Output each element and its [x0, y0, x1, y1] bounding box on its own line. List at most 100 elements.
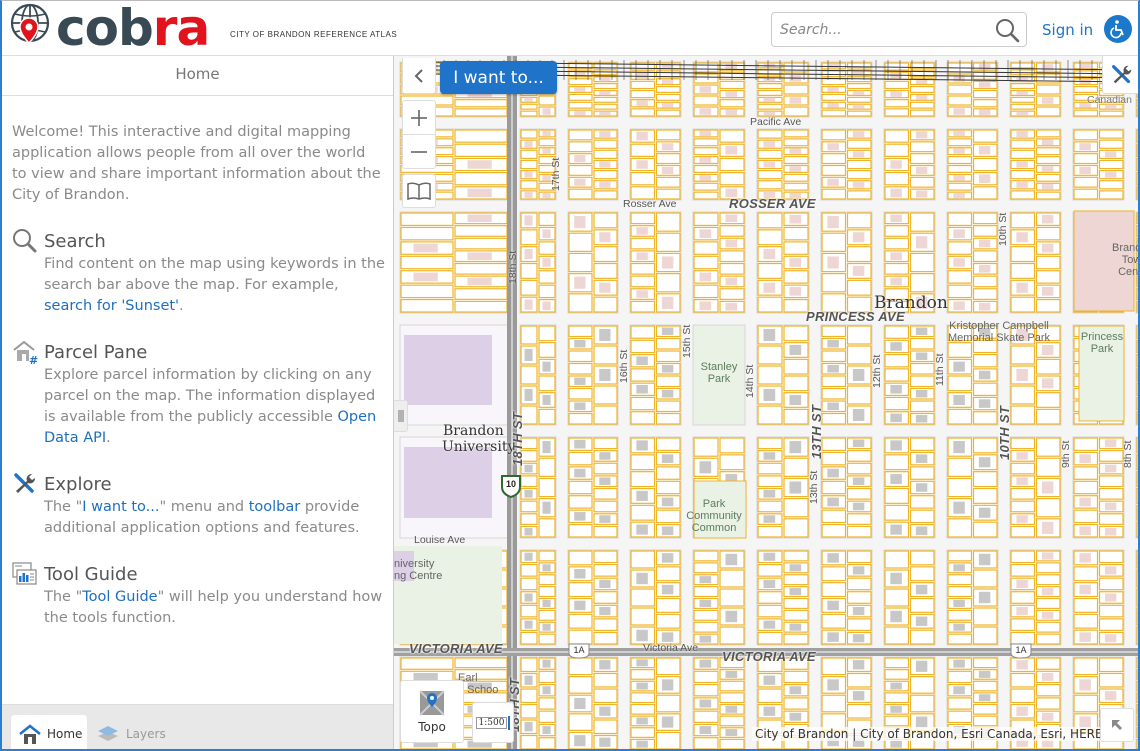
- search-sunset-link[interactable]: search for 'Sunset': [44, 298, 179, 314]
- search-input[interactable]: [780, 18, 980, 42]
- building: [1041, 672, 1054, 681]
- text: Explore parcel information by clicking o…: [44, 367, 376, 425]
- building: [661, 143, 674, 151]
- building: [890, 413, 902, 423]
- building: [827, 256, 839, 269]
- building: [699, 659, 712, 668]
- building: [953, 258, 965, 267]
- building: [978, 507, 991, 518]
- tab-home[interactable]: Home: [11, 715, 87, 749]
- building: [574, 402, 586, 410]
- building: [699, 599, 712, 607]
- building: [827, 102, 839, 108]
- building: [789, 97, 802, 104]
- building: [725, 302, 738, 311]
- building: [636, 717, 648, 725]
- building: [890, 440, 902, 451]
- building: [542, 258, 551, 267]
- tab-layers[interactable]: Layers: [94, 715, 174, 749]
- text: Find content on the map using keywords i…: [44, 256, 385, 293]
- building: [574, 600, 586, 611]
- building: [953, 599, 965, 607]
- building: [852, 660, 865, 670]
- text: The ": [44, 499, 83, 515]
- building: [827, 468, 839, 478]
- building: [599, 329, 611, 341]
- building: [574, 340, 586, 348]
- building: [1016, 90, 1028, 95]
- building: [574, 377, 586, 385]
- building: [636, 356, 648, 365]
- building: [574, 178, 586, 186]
- building: [915, 483, 928, 492]
- building: [542, 441, 551, 454]
- header: cobra CITY OF BRANDON REFERENCE ATLAS Si…: [2, 1, 1138, 56]
- zoom-in-button[interactable]: [402, 100, 436, 135]
- building: [789, 148, 802, 154]
- building: [524, 249, 533, 260]
- map-label: Brandon: [443, 423, 504, 439]
- building: [827, 63, 839, 69]
- tool-guide-button[interactable]: [402, 174, 436, 208]
- building: [524, 527, 533, 536]
- building: [978, 239, 991, 248]
- building: [599, 579, 611, 588]
- building: [636, 385, 648, 394]
- collapse-panel-button[interactable]: [402, 58, 436, 94]
- map-label: Rosser Ave: [623, 198, 677, 210]
- toolbar-link[interactable]: toolbar: [249, 499, 301, 515]
- i-want-to-link[interactable]: I want to...: [82, 499, 159, 515]
- building: [827, 216, 839, 229]
- map-attribution: City of Brandon | City of Brandon, Esri …: [752, 727, 1118, 741]
- building: [1016, 607, 1028, 616]
- basemap-switcher[interactable]: Topo: [400, 680, 464, 743]
- building: [852, 90, 865, 95]
- highway-1a-shield: 1A: [1010, 643, 1032, 663]
- building: [789, 287, 802, 296]
- scale-control[interactable]: 1:500: [472, 702, 514, 743]
- building: [827, 679, 839, 691]
- building: [1079, 497, 1091, 507]
- chevron-left-icon: [414, 68, 423, 83]
- building: [574, 276, 586, 289]
- map-label: 13TH ST: [809, 404, 824, 459]
- map-view[interactable]: AVE Canadian Pacific Ave Rosser Ave ROSS…: [394, 56, 1138, 749]
- building: [661, 526, 674, 536]
- search-icon[interactable]: [994, 17, 1020, 43]
- building: [574, 468, 586, 478]
- label-line: d Schoo: [458, 684, 499, 696]
- logo[interactable]: cobra: [6, 3, 210, 53]
- building: [636, 659, 648, 667]
- building: [890, 160, 902, 169]
- building: [978, 146, 991, 155]
- building: [636, 629, 648, 642]
- svg-text:#: #: [29, 354, 38, 365]
- building: [636, 227, 648, 235]
- toolbar-button[interactable]: [1102, 56, 1138, 94]
- building: [542, 361, 551, 372]
- i-want-to-menu-button[interactable]: I want to...: [440, 61, 557, 94]
- accessibility-button[interactable]: [1104, 15, 1132, 43]
- building: [852, 232, 865, 243]
- map-label: Earl d Schoo: [458, 672, 498, 696]
- expand-map-button[interactable]: [1100, 708, 1134, 742]
- city-label: Brandon: [874, 293, 948, 313]
- building: [827, 87, 839, 92]
- tool-guide-link[interactable]: Tool Guide: [82, 589, 157, 605]
- building: [636, 682, 648, 690]
- building: [725, 91, 738, 97]
- building: [915, 616, 928, 626]
- zoom-out-button[interactable]: [402, 134, 436, 169]
- building: [852, 566, 865, 575]
- map-label: 9th St: [1060, 440, 1072, 468]
- building: [827, 365, 839, 373]
- building: [467, 188, 492, 198]
- sign-in-link[interactable]: Sign in: [1042, 21, 1093, 39]
- map-label: 18th St: [507, 250, 519, 284]
- building: [1016, 515, 1028, 523]
- panel-resize-handle[interactable]: [394, 400, 408, 432]
- basemap-label: Topo: [418, 719, 446, 734]
- building: [953, 361, 965, 372]
- building: [661, 454, 674, 463]
- building: [890, 342, 902, 351]
